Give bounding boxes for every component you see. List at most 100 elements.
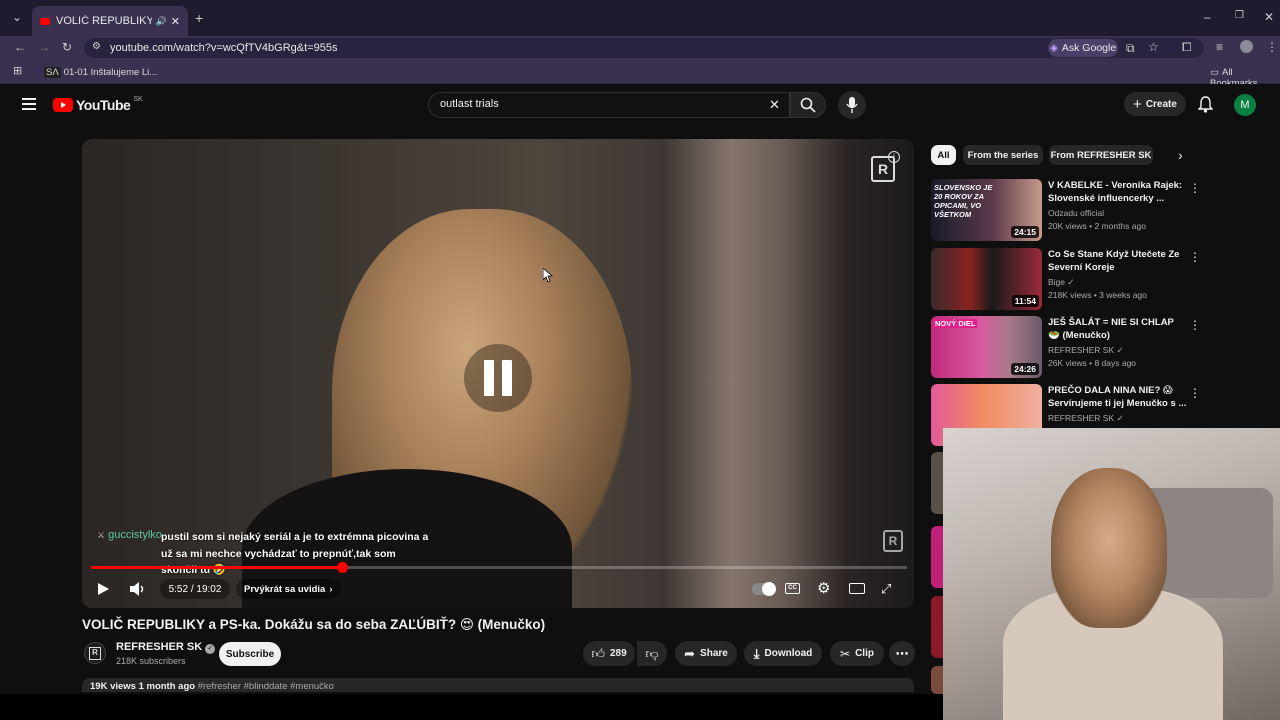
recommendation-item[interactable]: NOVÝ DIEL 24:26 JEŠ ŠALÁT = NIE SI CHLAP… [931, 316, 1271, 380]
thumbnail-caption: SLOVENSKO JE 20 ROKOV ZA OPICAMI, VO VŠE… [934, 183, 993, 219]
chrome-menu-icon[interactable]: ⋮ [1266, 41, 1278, 53]
more-actions-button[interactable]: ⋯ [889, 641, 915, 666]
bookmark-item[interactable]: SΛ 01-01 Inštalujeme Li... [44, 67, 157, 78]
video-thumbnail[interactable] [931, 526, 943, 588]
notifications-bell-icon[interactable] [1198, 96, 1213, 113]
account-avatar[interactable]: M [1234, 94, 1256, 116]
recommendation-item[interactable]: SLOVENSKO JE 20 ROKOV ZA OPICAMI, VO VŠE… [931, 179, 1271, 243]
more-vert-icon[interactable]: ⋮ [1189, 181, 1201, 195]
speaker-icon[interactable]: 🔊 [156, 16, 167, 27]
tab-list-icon[interactable]: ⌄ [12, 11, 22, 23]
apps-grid-icon[interactable]: ⊞ [13, 66, 22, 77]
search-button[interactable] [790, 92, 826, 118]
bookmark-star-icon[interactable]: ☆ [1148, 41, 1159, 53]
more-vert-icon[interactable]: ⋮ [1189, 386, 1201, 400]
hamburger-menu-icon[interactable] [22, 98, 36, 110]
progress-scrubber[interactable] [337, 562, 348, 573]
recommendation-channel[interactable]: REFRESHER SK ✓ [1048, 345, 1124, 356]
autoplay-toggle[interactable] [752, 582, 776, 596]
subscribe-button[interactable]: Subscribe [219, 642, 281, 666]
thumbnail-caption: NOVÝ DIEL [933, 319, 978, 328]
chip-from-series[interactable]: From the series [963, 145, 1043, 165]
tab-title: VOLIČ REPUBLIKY a PS-ka. Dok [56, 15, 152, 27]
clear-search-icon[interactable]: ✕ [769, 97, 780, 113]
description-box[interactable]: 19K views 1 month ago #refresher #blindd… [82, 678, 914, 692]
minimize-icon[interactable]: – [1204, 11, 1211, 23]
chapter-label: Prvýkrát sa uvidia [244, 583, 326, 595]
fullscreen-icon[interactable]: ⤢ [881, 581, 891, 597]
progress-bar[interactable] [91, 562, 907, 573]
info-icon[interactable]: i [888, 151, 900, 163]
thumbs-up-icon: 👍︎ [591, 645, 605, 661]
install-app-icon[interactable]: ⧉ [1126, 42, 1135, 54]
chip-all[interactable]: All [931, 145, 956, 165]
youtube-play-logo-icon [53, 98, 73, 112]
extensions-icon[interactable]: ⧠ [1182, 41, 1192, 53]
media-controls-icon[interactable]: ≡ [1216, 41, 1223, 53]
channel-name[interactable]: REFRESHER SK ✓ [116, 641, 216, 654]
chips-next-chevron-icon[interactable]: › [1178, 147, 1183, 163]
url-text[interactable]: youtube.com/watch?v=wcQfTV4bGRg&t=955s [110, 42, 337, 54]
play-icon[interactable] [96, 582, 110, 596]
recommendation-channel[interactable]: Odzadu official [1048, 208, 1104, 218]
forward-icon[interactable]: → [38, 41, 50, 53]
volume-icon[interactable] [129, 581, 145, 597]
bookmarks-bar [0, 60, 1280, 84]
more-vert-icon[interactable]: ⋮ [1189, 250, 1201, 264]
verified-badge-icon: ✓ [205, 644, 216, 654]
reload-icon[interactable]: ↻ [62, 41, 72, 53]
download-label: Download [764, 648, 813, 659]
chip-from-channel[interactable]: From REFRESHER SK [1049, 145, 1153, 165]
video-thumbnail[interactable]: 11:54 [931, 248, 1042, 310]
microphone-icon [846, 97, 858, 113]
pause-overlay-button[interactable] [464, 344, 532, 412]
new-tab-icon[interactable]: + [195, 11, 203, 25]
youtube-favicon-icon [40, 17, 50, 25]
video-thumbnail[interactable] [931, 596, 943, 658]
restore-icon[interactable]: ❐ [1235, 11, 1244, 21]
voice-search-button[interactable] [838, 91, 866, 119]
recommendation-item[interactable]: 11:54 Co Se Stane Když Utečete Ze Severn… [931, 248, 1271, 312]
download-button[interactable]: ⤓ Download [744, 641, 822, 666]
video-thumbnail[interactable]: NOVÝ DIEL 24:26 [931, 316, 1042, 378]
search-icon [800, 97, 816, 113]
profile-icon[interactable] [1240, 40, 1253, 53]
theater-mode-icon[interactable] [849, 583, 865, 594]
settings-gear-icon[interactable]: ⚙ [817, 579, 830, 597]
channel-avatar[interactable]: R [84, 642, 106, 664]
recommendation-channel[interactable]: Bige ✓ [1048, 277, 1075, 288]
more-vert-icon[interactable]: ⋮ [1189, 318, 1201, 332]
duration-badge: 11:54 [1011, 295, 1039, 307]
youtube-logo-text: YouTube [76, 97, 131, 113]
video-thumbnail[interactable] [931, 452, 943, 514]
download-arrow-icon: ⤓ [753, 645, 760, 661]
chapter-button[interactable]: Prvýkrát sa uvidia › [236, 579, 341, 599]
dislike-button[interactable]: 👎︎ [637, 641, 667, 666]
plus-icon: + [1133, 95, 1142, 113]
browser-tab[interactable]: VOLIČ REPUBLIKY a PS-ka. Dok 🔊 ✕ [32, 6, 188, 36]
recommendation-meta: 218K views • 3 weeks ago [1048, 290, 1147, 300]
search-input[interactable]: outlast trials [440, 98, 499, 110]
ask-google-button[interactable]: ◈ Ask Google [1048, 39, 1118, 57]
close-tab-icon[interactable]: ✕ [171, 15, 180, 28]
share-button[interactable]: ➦ Share [675, 641, 737, 666]
folder-icon: ▭ [1210, 67, 1219, 78]
site-info-icon[interactable]: ⚙ [92, 42, 101, 52]
recommendation-channel[interactable]: REFRESHER SK ✓ [1048, 413, 1124, 424]
video-thumbnail[interactable] [931, 666, 943, 694]
progress-fill [91, 566, 342, 569]
close-window-icon[interactable]: ✕ [1264, 11, 1274, 23]
clip-button[interactable]: ✂ Clip [830, 641, 884, 666]
youtube-logo[interactable]: YouTube SK [53, 96, 143, 113]
video-thumbnail[interactable]: SLOVENSKO JE 20 ROKOV ZA OPICAMI, VO VŠE… [931, 179, 1042, 241]
like-button[interactable]: 👍︎ 289 [583, 641, 635, 666]
captions-icon[interactable]: CC [785, 583, 800, 594]
verified-badge-icon: ✓ [1067, 277, 1075, 287]
channel-name-text: REFRESHER SK [116, 641, 203, 653]
channel-text: REFRESHER SK [1048, 345, 1115, 355]
back-icon[interactable]: ← [14, 41, 26, 53]
create-button[interactable]: + Create [1124, 92, 1186, 116]
mouse-cursor-icon [543, 268, 553, 283]
hashtags[interactable]: #refresher #blinddate #menučko [198, 681, 334, 692]
bookmark-label: 01-01 Inštalujeme Li... [63, 67, 158, 78]
